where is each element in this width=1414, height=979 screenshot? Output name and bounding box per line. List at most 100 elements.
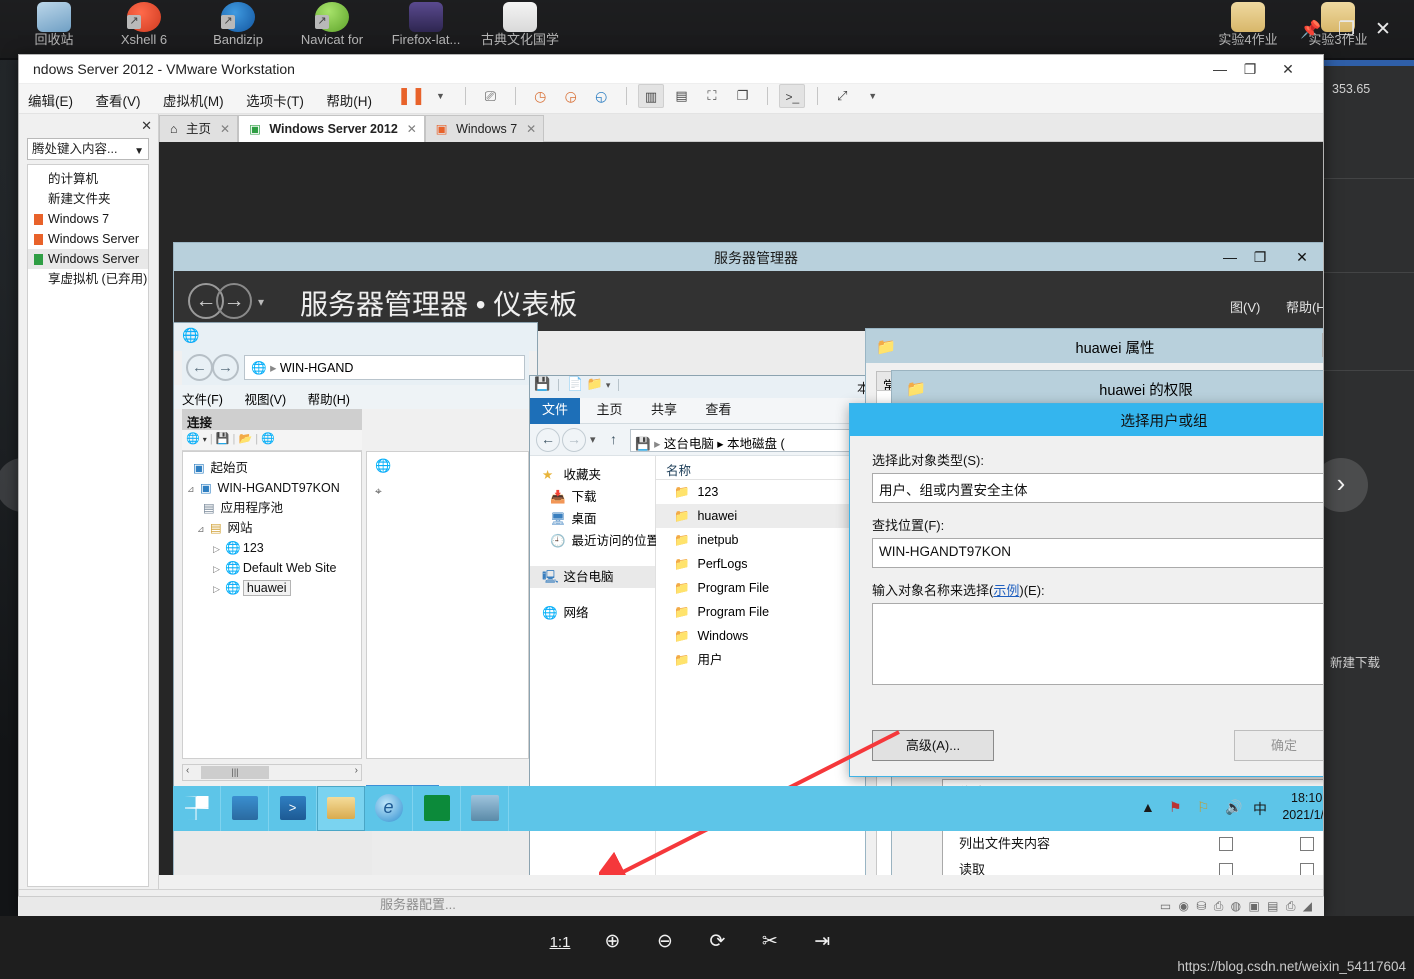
forward-button[interactable]: → [216, 283, 252, 319]
tree-node-default-web-site[interactable]: ▷ 🌐 Default Web Site [183, 558, 361, 578]
back-button[interactable]: ← [186, 354, 213, 381]
ribbon-tab-view[interactable]: 查看 [693, 398, 743, 424]
pause-icon[interactable]: ❚❚ [397, 84, 426, 108]
taskbar-store[interactable] [413, 786, 461, 831]
action-center-warning-icon[interactable]: ⚐ [1197, 799, 1210, 816]
console-icon[interactable]: >_ [779, 84, 806, 108]
background-new-download-label[interactable]: 新建下载 [1330, 652, 1380, 671]
library-item-new-folder[interactable]: 新建文件夹 [28, 189, 148, 209]
file-row[interactable]: 📁 Windows [656, 624, 878, 648]
chevron-down-icon[interactable]: ▼ [134, 143, 144, 159]
menu-view[interactable]: 查看(V) [86, 84, 149, 116]
close-icon[interactable]: ✕ [1375, 18, 1391, 41]
ribbon-tab-file[interactable]: 文件 [530, 398, 581, 424]
nav-item-downloads[interactable]: 📥 下载 [530, 486, 655, 508]
up-button[interactable]: ↑ [610, 431, 617, 447]
examples-link[interactable]: 示例 [993, 583, 1019, 598]
menu-file[interactable]: 文件(F) [182, 393, 223, 407]
tray-expand-icon[interactable]: ▲ [1141, 799, 1155, 815]
taskbar-file-explorer[interactable] [317, 786, 365, 831]
expander-icon[interactable]: ⊿ [197, 524, 205, 534]
advanced-button[interactable]: 高级(A)... [872, 730, 994, 761]
new-item-icon[interactable]: 📄 [567, 376, 583, 391]
vm-device-icons[interactable]: ▭ ◉ ⛁ ⎙ ◍ ▣ ▤ ⎙ ◢ [1160, 899, 1314, 914]
expander-icon[interactable]: ▷ [213, 564, 220, 574]
server-manager-close-button[interactable]: ✕ [1287, 245, 1317, 269]
snapshot-icon[interactable]: ⎚ [477, 84, 503, 108]
file-row[interactable]: 📁 Program File [656, 576, 878, 600]
scroll-thumb[interactable]: ||| [201, 766, 269, 779]
save-icon[interactable]: 💾 [216, 433, 230, 445]
vmware-close-button[interactable]: ✕ [1273, 55, 1303, 83]
desktop-icon-shiyan4[interactable]: 实验4作业 [1200, 2, 1296, 47]
dropdown-caret-icon[interactable]: ▼ [427, 84, 453, 108]
desktop-icon-guoxue[interactable]: 古典文化国学 [472, 2, 568, 47]
tab-windows-7[interactable]: ▣ Windows 7 ✕ [424, 115, 545, 143]
menu-help[interactable]: 帮助(H) [317, 84, 381, 116]
tree-node-server[interactable]: ⊿ ▣ WIN-HGANDT97KON [183, 478, 361, 498]
pin-icon[interactable]: 📌 [1300, 20, 1321, 40]
server-manager-maximize-button[interactable]: ❐ [1245, 245, 1275, 269]
forward-button[interactable]: → [212, 354, 239, 381]
tree-node-site-huawei[interactable]: ▷ 🌐 huawei [183, 578, 361, 598]
nav-item-this-pc[interactable]: 🖳 这台电脑 [530, 566, 655, 588]
menu-help[interactable]: 帮助(H) [308, 393, 350, 407]
deny-checkbox[interactable] [1300, 862, 1314, 875]
file-row[interactable]: 📁 Program File [656, 600, 878, 624]
address-path[interactable]: 💾 ▸ 这台电脑 ▸ 本地磁盘 ( [630, 429, 874, 452]
file-row[interactable]: 📁 PerfLogs [656, 552, 878, 576]
library-item-windows-server-b[interactable]: Windows Server [28, 249, 148, 269]
library-search-input[interactable]: 腾处键入内容... ▼ [27, 138, 149, 160]
sidebar-toggle-icon[interactable]: ▥ [638, 84, 665, 108]
library-item-my-computer[interactable]: 的计算机 [28, 169, 148, 189]
library-item-windows-server-a[interactable]: Windows Server [28, 229, 148, 249]
menu-edit[interactable]: 编辑(E) [19, 84, 82, 116]
fullscreen-icon[interactable]: ⛶ [699, 84, 725, 108]
tab-close-icon[interactable]: ✕ [526, 116, 536, 143]
menu-help[interactable]: 帮助(H) [1286, 300, 1323, 315]
chevron-down-icon[interactable]: ▾ [258, 295, 264, 309]
scroll-left-icon[interactable]: ‹ [186, 765, 189, 776]
desktop-icon-firefox[interactable]: Firefox-lat... [378, 2, 474, 47]
file-row[interactable]: 📁 用户 [656, 648, 878, 672]
ok-button[interactable]: 确定 [1234, 730, 1323, 761]
snapshot-manage-icon[interactable]: ◵ [588, 84, 614, 108]
object-names-input[interactable] [872, 603, 1323, 685]
library-item-shared-vms[interactable]: 享虚拟机 (已弃用) [28, 269, 148, 289]
clock[interactable]: 18:10 2021/1/5 [1282, 790, 1323, 824]
expander-icon[interactable]: ⊿ [187, 484, 195, 494]
library-item-windows7[interactable]: Windows 7 [28, 209, 148, 229]
close-button[interactable]: X [1322, 333, 1323, 357]
menu-view[interactable]: 视图(V) [244, 393, 286, 407]
scroll-right-icon[interactable]: › [355, 765, 358, 776]
zoom-in-button[interactable]: ⊕ [588, 930, 636, 953]
taskbar-ie[interactable]: e [365, 786, 413, 831]
file-row[interactable]: 📁 123 [656, 480, 878, 504]
save-button[interactable]: ⇥ [798, 930, 846, 953]
tab-windows-server-2012[interactable]: ▣ Windows Server 2012 ✕ [238, 115, 425, 142]
connect-icon[interactable]: 🌐 [186, 433, 200, 445]
snapshot-revert-icon[interactable]: ◶ [558, 84, 584, 108]
folder-icon[interactable]: 📁 [587, 376, 603, 391]
tree-node-sites[interactable]: ⊿ ▤ 网站 [183, 518, 361, 538]
desktop-icon-bandizip[interactable]: ↗ Bandizip [190, 2, 286, 47]
disconnect-icon[interactable]: 🌐 [261, 433, 275, 445]
tree-node-site-123[interactable]: ▷ 🌐 123 [183, 538, 361, 558]
snapshot-take-icon[interactable]: ◷ [527, 84, 553, 108]
vmware-maximize-button[interactable]: ❐ [1235, 55, 1265, 83]
nav-item-recent-places[interactable]: 🕘 最近访问的位置 [530, 530, 659, 552]
restore-icon[interactable]: ❐ [1338, 18, 1355, 41]
taskbar-server-manager[interactable] [221, 786, 269, 831]
server-manager-minimize-button[interactable]: — [1215, 245, 1245, 269]
taskbar-powershell[interactable]: > [269, 786, 317, 831]
vmware-minimize-button[interactable]: — [1205, 55, 1235, 83]
thumbnail-bar-icon[interactable]: ▤ [669, 84, 695, 108]
recent-locations-icon[interactable]: ▾ [590, 433, 596, 446]
permission-row-read[interactable]: 读取 [943, 857, 1323, 875]
nav-item-desktop[interactable]: 🖥 桌面 [530, 508, 655, 530]
ribbon-tab-home[interactable]: 主页 [584, 398, 634, 424]
menu-vm[interactable]: 虚拟机(M) [154, 84, 233, 116]
expander-icon[interactable]: ▷ [213, 544, 220, 554]
deny-checkbox[interactable] [1300, 837, 1314, 851]
rotate-button[interactable]: ⟳ [693, 930, 741, 953]
